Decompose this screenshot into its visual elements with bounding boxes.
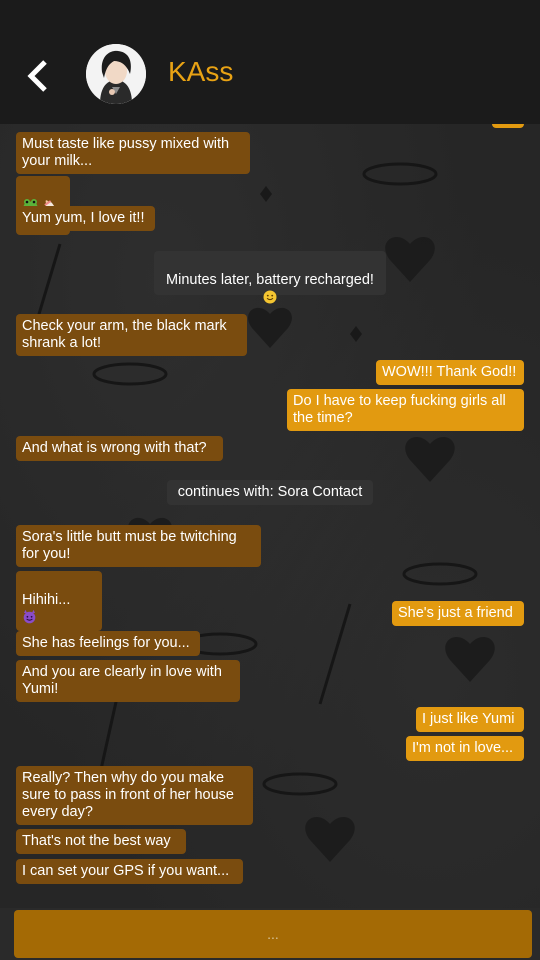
contact-name: KAss [168,56,234,87]
back-button[interactable] [18,52,58,100]
message-incoming: And what is wrong with that? [16,436,223,461]
previous-message-edge [492,124,524,128]
input-bar: ... [0,908,540,960]
message-outgoing: Do I have to keep fucking girls all the … [287,389,524,431]
system-message-text: Minutes later, battery recharged! [166,272,374,288]
avatar[interactable] [86,44,146,104]
system-message: continues with: Sora Contact [167,480,373,505]
message-outgoing: I just like Yumi [416,707,524,732]
smiling-devil-icon [23,609,36,624]
message-outgoing: She's just a friend [392,601,524,626]
message-incoming: Yum yum, I love it!! [16,206,155,231]
message-incoming: That's not the best way [16,829,186,854]
message-incoming: Sora's little butt must be twitching for… [16,525,261,567]
message-incoming: Must taste like pussy mixed with your mi… [16,132,250,174]
smiling-face-icon [263,290,277,304]
chat-area[interactable]: Must taste like pussy mixed with your mi… [0,124,540,908]
message-outgoing: WOW!!! Thank God!! [376,360,524,385]
message-incoming: Hihihi... [16,571,102,631]
chat-header: KAss [0,0,540,124]
message-incoming: I can set your GPS if you want... [16,859,243,884]
reply-button[interactable]: ... [14,910,532,958]
chevron-left-icon [27,60,47,92]
message-incoming: And you are clearly in love with Yumi! [16,660,240,702]
message-outgoing: I'm not in love... [406,736,524,761]
message-text: Hihihi... [22,592,71,608]
message-incoming: Really? Then why do you make sure to pas… [16,766,253,825]
message-incoming: Check your arm, the black mark shrank a … [16,314,247,356]
system-message: Minutes later, battery recharged! [154,251,386,304]
message-incoming: She has feelings for you... [16,631,200,656]
